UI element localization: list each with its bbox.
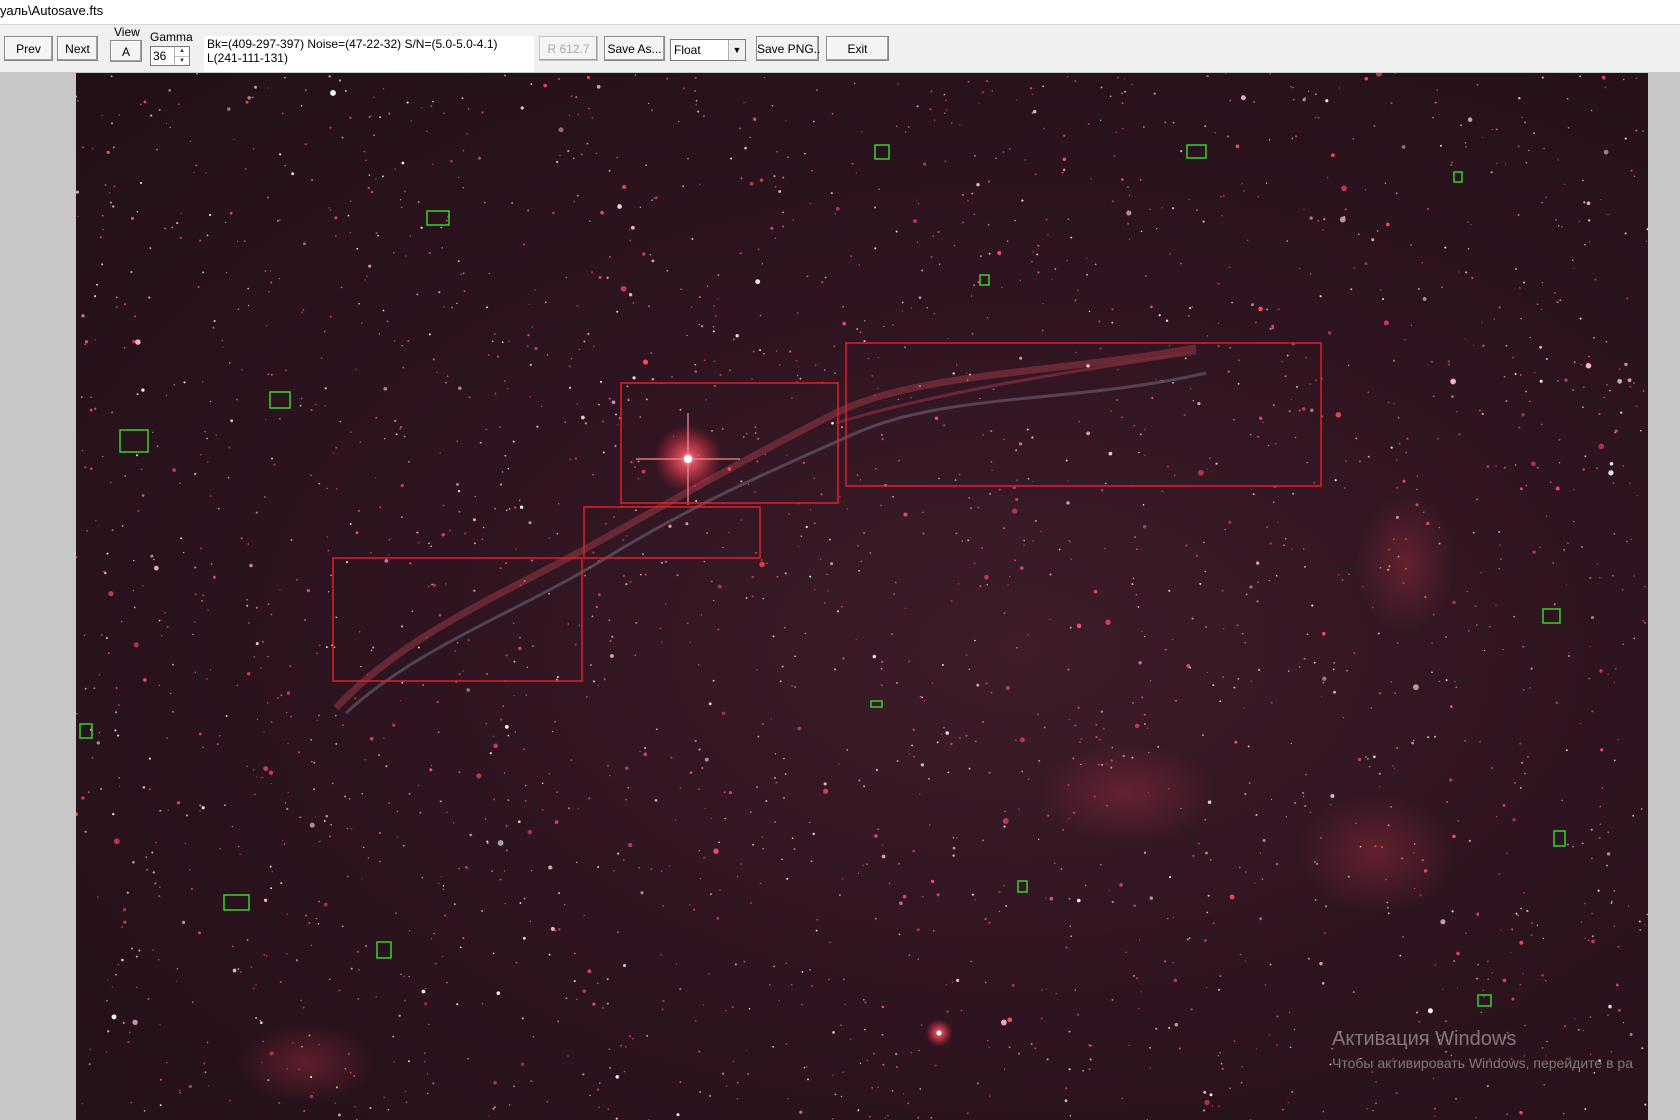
roi-green[interactable] xyxy=(1453,171,1463,183)
format-select[interactable]: Float ▼ xyxy=(670,39,746,61)
image-viewport[interactable] xyxy=(76,73,1648,1120)
roi-green[interactable] xyxy=(223,894,250,911)
watermark-line-1: Активация Windows xyxy=(1332,1028,1517,1050)
prev-button[interactable]: Prev xyxy=(4,36,53,61)
stats-line-1: Bk=(409-297-397) Noise=(47-22-32) S/N=(5… xyxy=(207,37,498,51)
roi-green[interactable] xyxy=(870,700,883,708)
roi-green[interactable] xyxy=(1553,830,1566,847)
gamma-value[interactable]: 36 xyxy=(153,49,166,63)
roi-green[interactable] xyxy=(269,391,291,409)
watermark-line-2: Чтобы активировать Windows, перейдите в … xyxy=(1332,1055,1633,1071)
stats-line-2: L(241-111-131) xyxy=(207,51,288,65)
view-label: View xyxy=(114,25,140,39)
roi-red-1[interactable] xyxy=(620,382,839,504)
roi-green[interactable] xyxy=(1017,880,1028,893)
statistics-panel: Bk=(409-297-397) Noise=(47-22-32) S/N=(5… xyxy=(204,36,534,72)
roi-green[interactable] xyxy=(79,723,93,739)
chevron-down-icon[interactable]: ▼ xyxy=(728,40,745,60)
windows-activation-watermark: Активация Windows Чтобы активировать Win… xyxy=(1332,1028,1633,1071)
astro-image xyxy=(76,73,1648,1120)
save-png-button[interactable]: Save PNG.. xyxy=(756,36,820,61)
roi-green[interactable] xyxy=(1186,144,1207,159)
r-value-button[interactable]: R 612.7 xyxy=(539,36,598,61)
gamma-label: Gamma xyxy=(150,30,193,44)
format-selected-value: Float xyxy=(674,43,701,57)
save-as-button[interactable]: Save As... xyxy=(604,36,665,61)
roi-green[interactable] xyxy=(426,210,450,226)
spin-down-icon[interactable]: ▼ xyxy=(175,57,189,66)
toolbar: Prev Next View A Gamma 36 ▲ ▼ Bk=(409-29… xyxy=(0,25,1680,72)
next-button[interactable]: Next xyxy=(57,36,98,61)
exit-button[interactable]: Exit xyxy=(826,36,889,61)
roi-green[interactable] xyxy=(376,941,392,959)
roi-green[interactable] xyxy=(874,144,890,160)
title-bar: уаль\Autosave.fts xyxy=(0,0,1680,25)
roi-green[interactable] xyxy=(979,274,990,286)
gamma-stepper[interactable]: 36 ▲ ▼ xyxy=(150,46,190,66)
roi-green[interactable] xyxy=(1542,608,1561,624)
window-title: уаль\Autosave.fts xyxy=(0,3,104,18)
red-roi-boxes xyxy=(332,342,1322,682)
spin-up-icon[interactable]: ▲ xyxy=(175,47,189,57)
bright-star-flare xyxy=(636,413,953,1047)
view-a-button[interactable]: A xyxy=(110,40,142,62)
gamma-spin-buttons[interactable]: ▲ ▼ xyxy=(174,47,189,65)
roi-green[interactable] xyxy=(119,429,149,453)
